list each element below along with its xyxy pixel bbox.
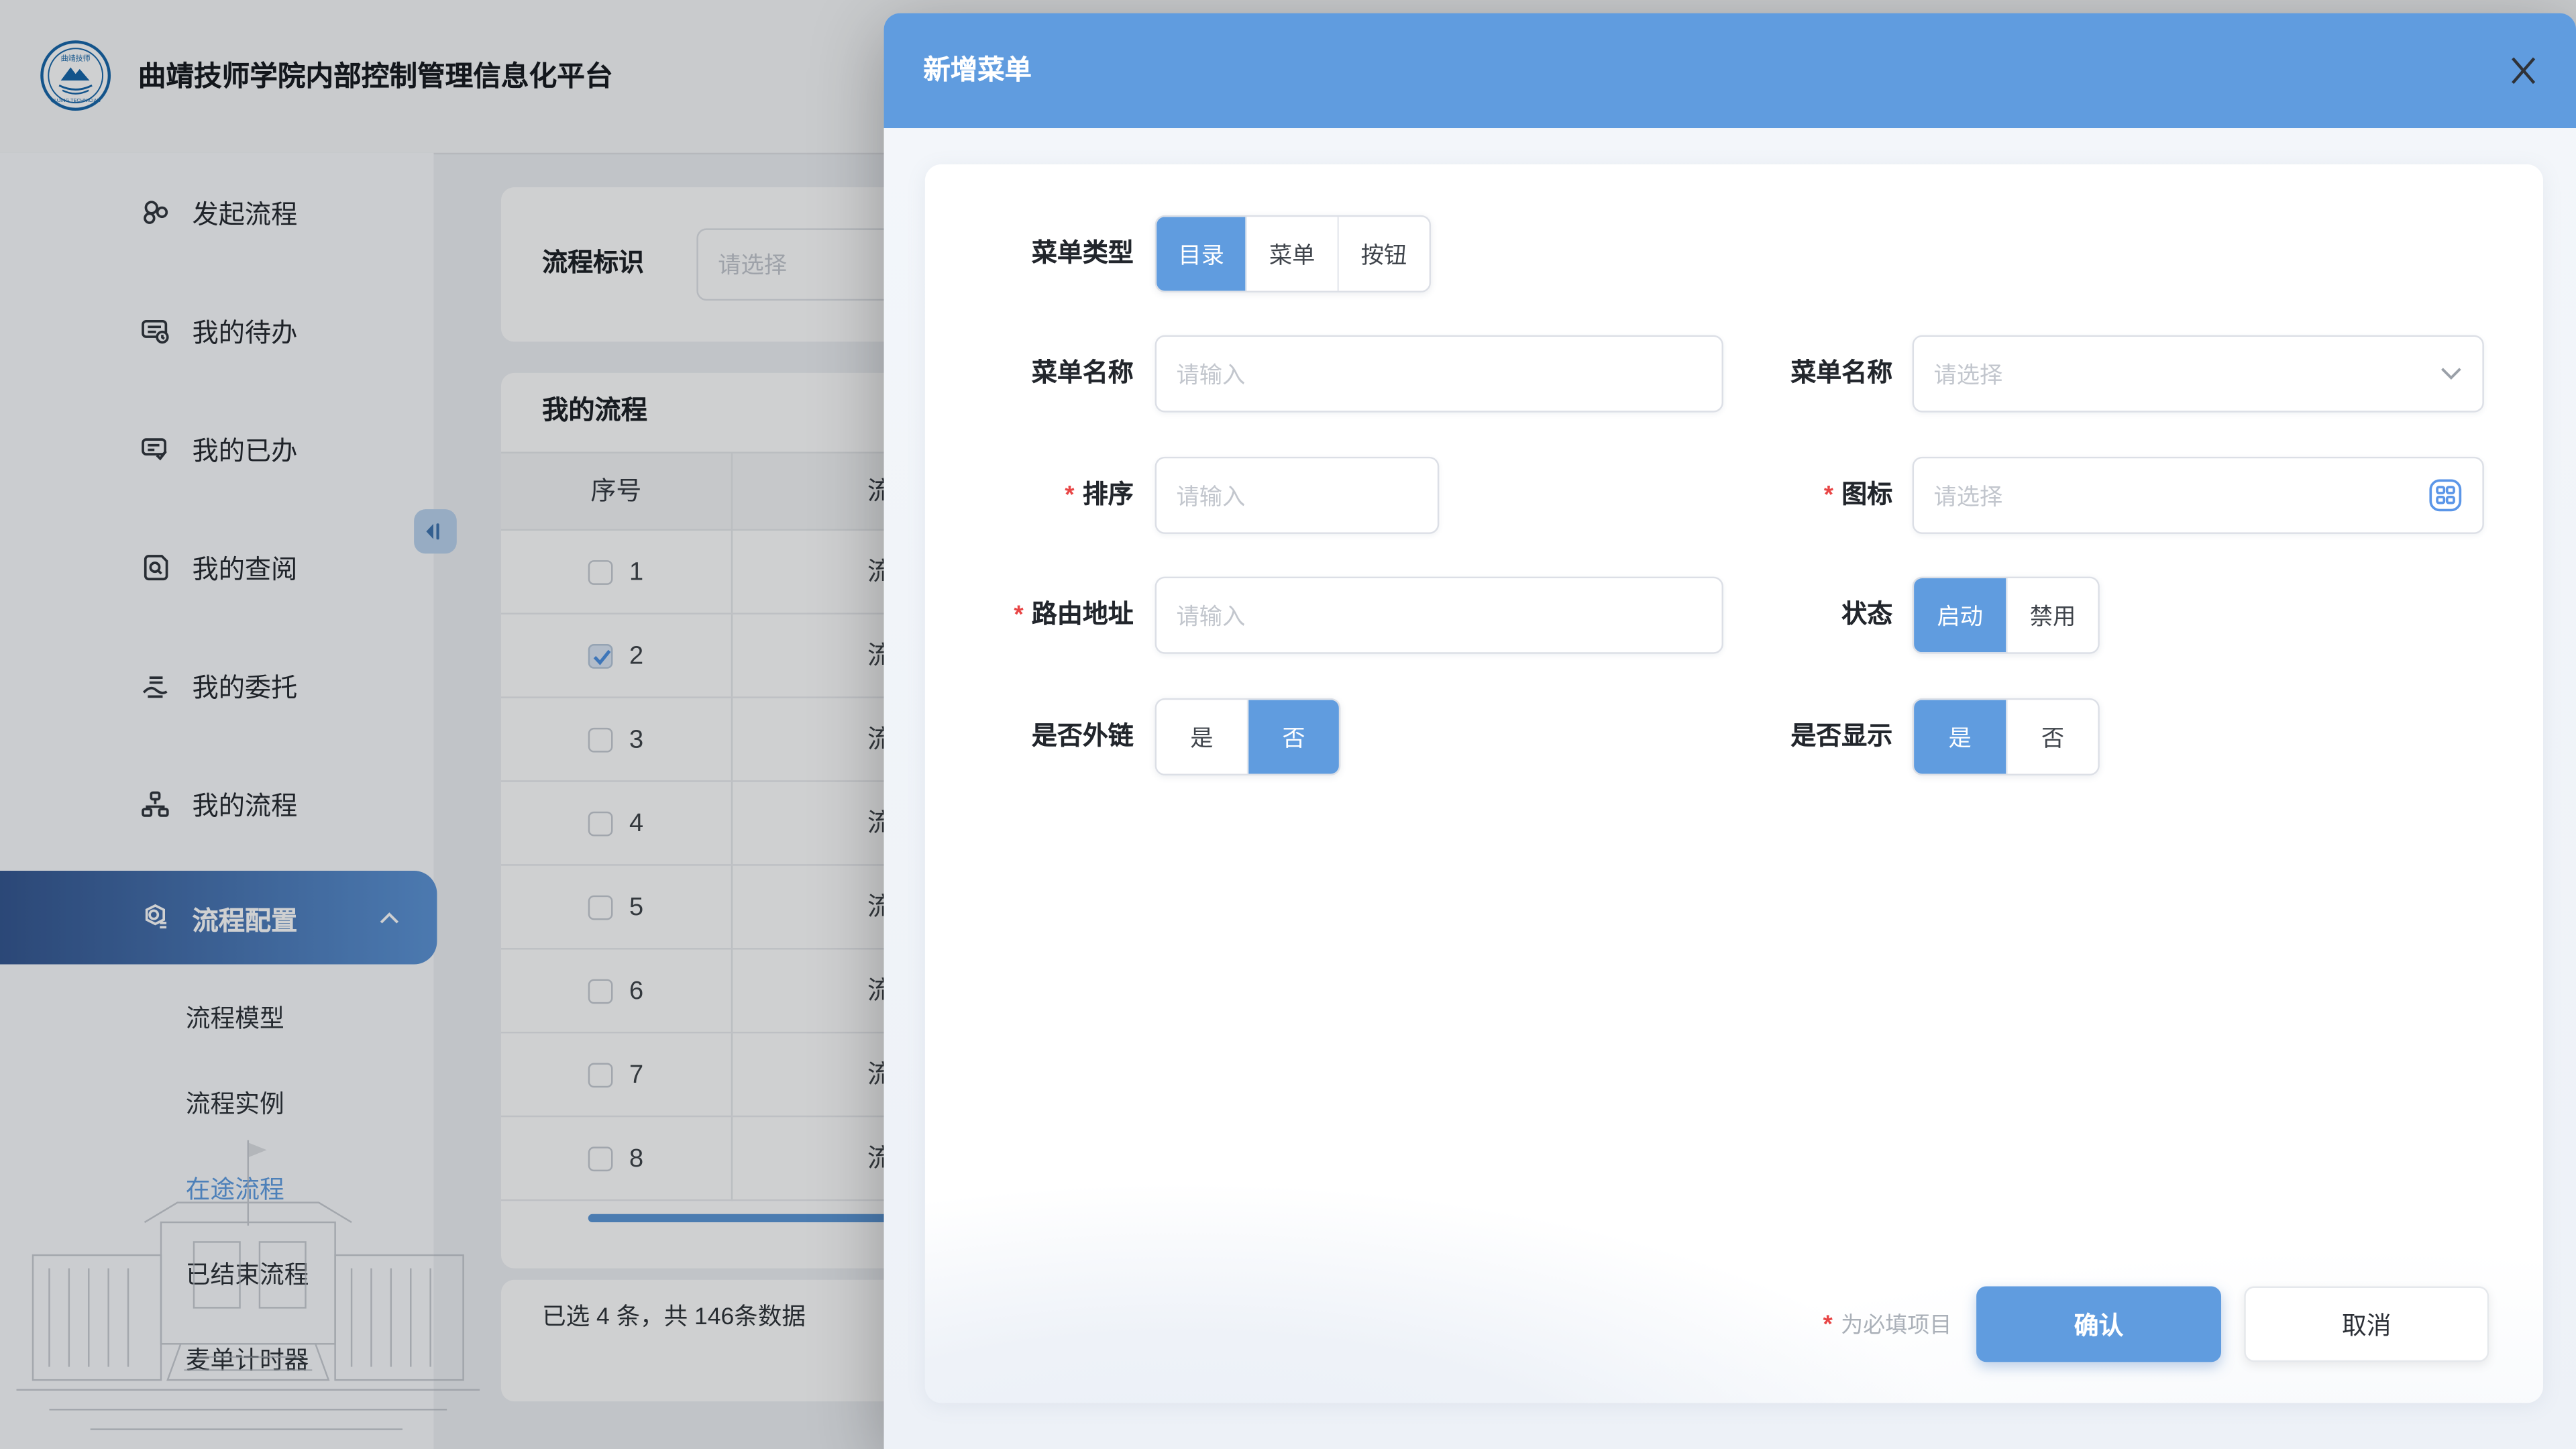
- menu-type-label: 菜单类型: [941, 215, 1134, 292]
- required-asterisk: *: [1823, 1311, 1833, 1339]
- status-option-disabled[interactable]: 禁用: [2008, 578, 2098, 652]
- parent-menu-select-placeholder: 请选择: [1933, 358, 2439, 390]
- parent-menu-select[interactable]: 请选择: [1913, 335, 2484, 413]
- parent-menu-name-label: 菜单名称: [1697, 335, 1892, 413]
- dialog-body: 菜单类型 目录 菜单 按钮 菜单名称 菜单名称 请选择 *排序: [884, 128, 2576, 1449]
- close-icon[interactable]: [2507, 54, 2540, 87]
- icon-select-placeholder: 请选择: [1933, 479, 2428, 512]
- required-note: *为必填项目: [1582, 1306, 1951, 1339]
- screen: 曲靖技师 QUJING TECHNICIAN 曲靖技师学院内部控制管理信息化平台…: [0, 0, 2576, 1449]
- menu-name-input[interactable]: [1155, 335, 1723, 413]
- visible-option-yes[interactable]: 是: [1914, 700, 2008, 773]
- required-asterisk: *: [1065, 482, 1074, 510]
- route-label: *路由地址: [925, 577, 1134, 654]
- dialog-form-card: 菜单类型 目录 菜单 按钮 菜单名称 菜单名称 请选择 *排序: [925, 164, 2543, 1403]
- status-option-enabled[interactable]: 启动: [1914, 578, 2008, 652]
- confirm-button[interactable]: 确认: [1976, 1287, 2221, 1362]
- visible-segment: 是 否: [1913, 698, 2100, 775]
- icon-label: *图标: [1697, 457, 1892, 534]
- status-segment: 启动 禁用: [1913, 577, 2100, 654]
- app-grid-icon: [2428, 478, 2463, 513]
- menu-type-option-directory[interactable]: 目录: [1157, 217, 1248, 290]
- external-link-option-yes[interactable]: 是: [1157, 700, 1248, 773]
- add-menu-dialog: 新增菜单 菜单类型 目录 菜单 按钮 菜单名称 菜单名称 请选择: [884, 13, 2576, 1449]
- dialog-title: 新增菜单: [923, 13, 1032, 128]
- dialog-header: 新增菜单: [884, 13, 2576, 128]
- sort-input[interactable]: [1155, 457, 1440, 534]
- menu-name-label: 菜单名称: [941, 335, 1134, 413]
- required-asterisk: *: [1824, 482, 1833, 510]
- route-input[interactable]: [1155, 577, 1723, 654]
- menu-type-option-button[interactable]: 按钮: [1338, 217, 1429, 290]
- visible-label: 是否显示: [1697, 698, 1892, 775]
- required-asterisk: *: [1014, 601, 1023, 629]
- external-link-option-no[interactable]: 否: [1248, 700, 1339, 773]
- menu-type-segment: 目录 菜单 按钮: [1155, 215, 1431, 292]
- status-label: 状态: [1697, 577, 1892, 654]
- visible-option-no[interactable]: 否: [2008, 700, 2098, 773]
- icon-select[interactable]: 请选择: [1913, 457, 2484, 534]
- external-link-label: 是否外链: [941, 698, 1134, 775]
- cancel-button[interactable]: 取消: [2244, 1287, 2489, 1362]
- chevron-down-icon: [2440, 366, 2463, 381]
- sort-label: *排序: [941, 457, 1134, 534]
- external-link-segment: 是 否: [1155, 698, 1341, 775]
- menu-type-option-menu[interactable]: 菜单: [1248, 217, 1339, 290]
